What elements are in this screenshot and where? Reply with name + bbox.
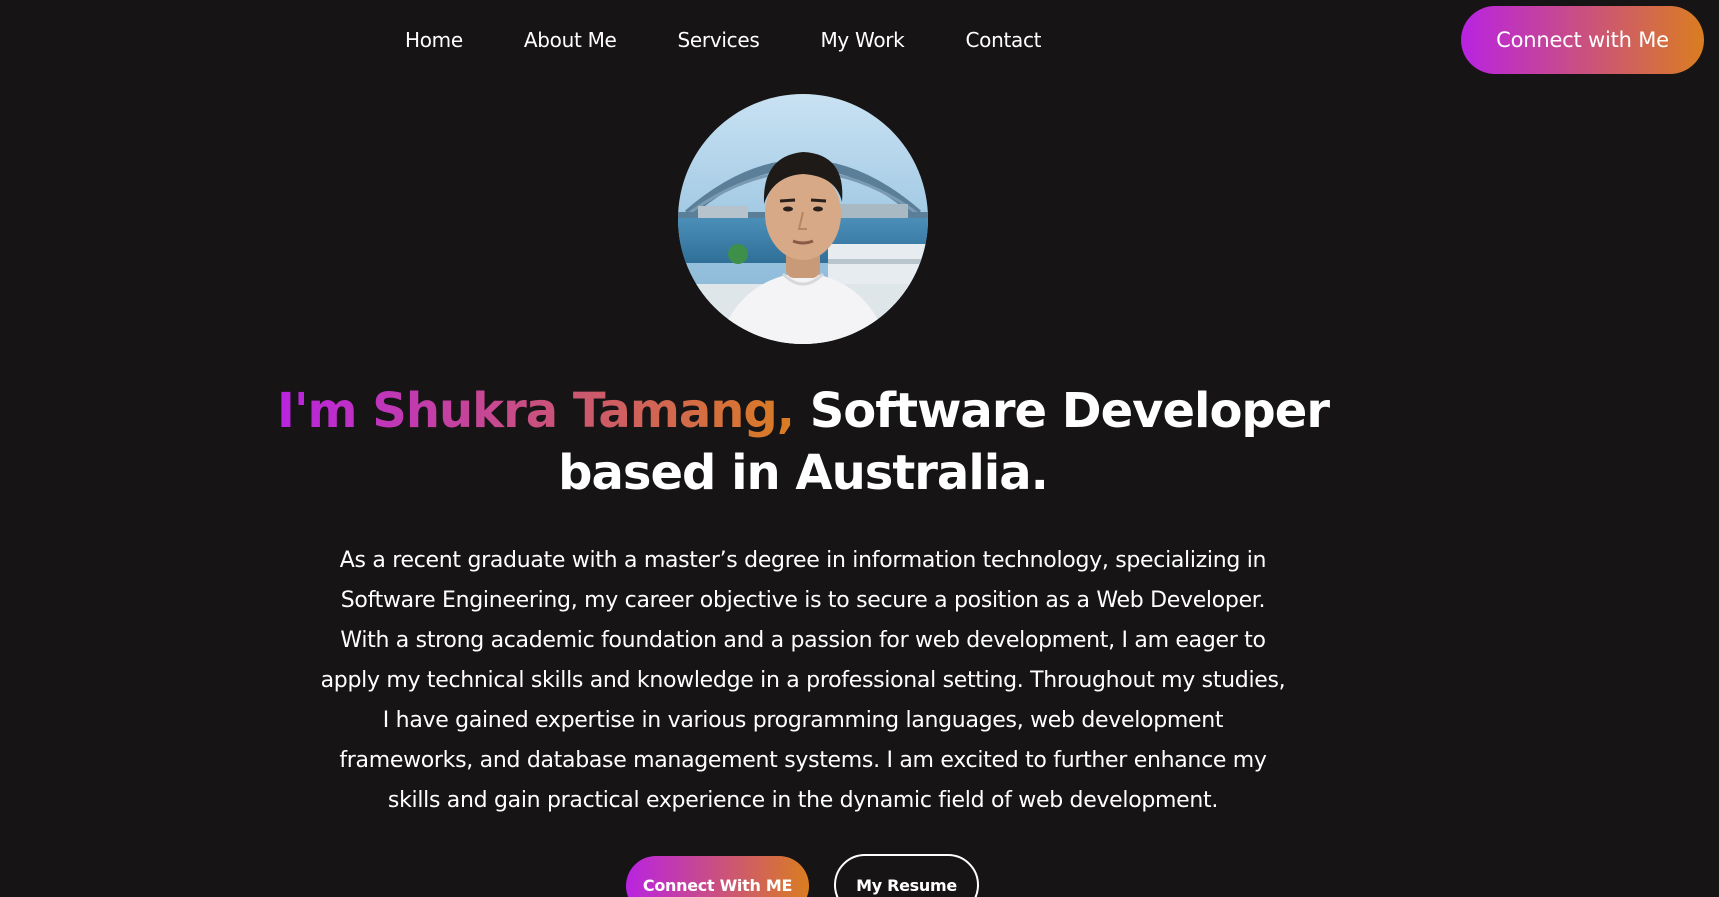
nav-links: Home About Me Services My Work Contact [405,28,1041,52]
nav-item-about-me[interactable]: About Me [524,28,617,52]
nav-item-my-work[interactable]: My Work [820,28,904,52]
connect-with-me-cta-button[interactable]: Connect With ME [626,856,809,897]
hero-name-highlight: I'm Shukra Tamang, [276,383,795,439]
nav-item-home[interactable]: Home [405,28,463,52]
nav-item-services[interactable]: Services [678,28,760,52]
top-nav: Home About Me Services My Work Contact C… [0,0,1719,82]
hero-headline: I'm Shukra Tamang, Software Developer ba… [200,380,1406,504]
my-resume-button[interactable]: My Resume [834,854,979,897]
nav-item-contact[interactable]: Contact [965,28,1041,52]
profile-photo-illustration [678,94,928,344]
profile-photo [678,94,928,344]
connect-with-me-button[interactable]: Connect with Me [1461,6,1704,74]
hero-description: As a recent graduate with a master’s deg… [320,548,1286,813]
portfolio-page: Home About Me Services My Work Contact C… [0,0,1719,897]
